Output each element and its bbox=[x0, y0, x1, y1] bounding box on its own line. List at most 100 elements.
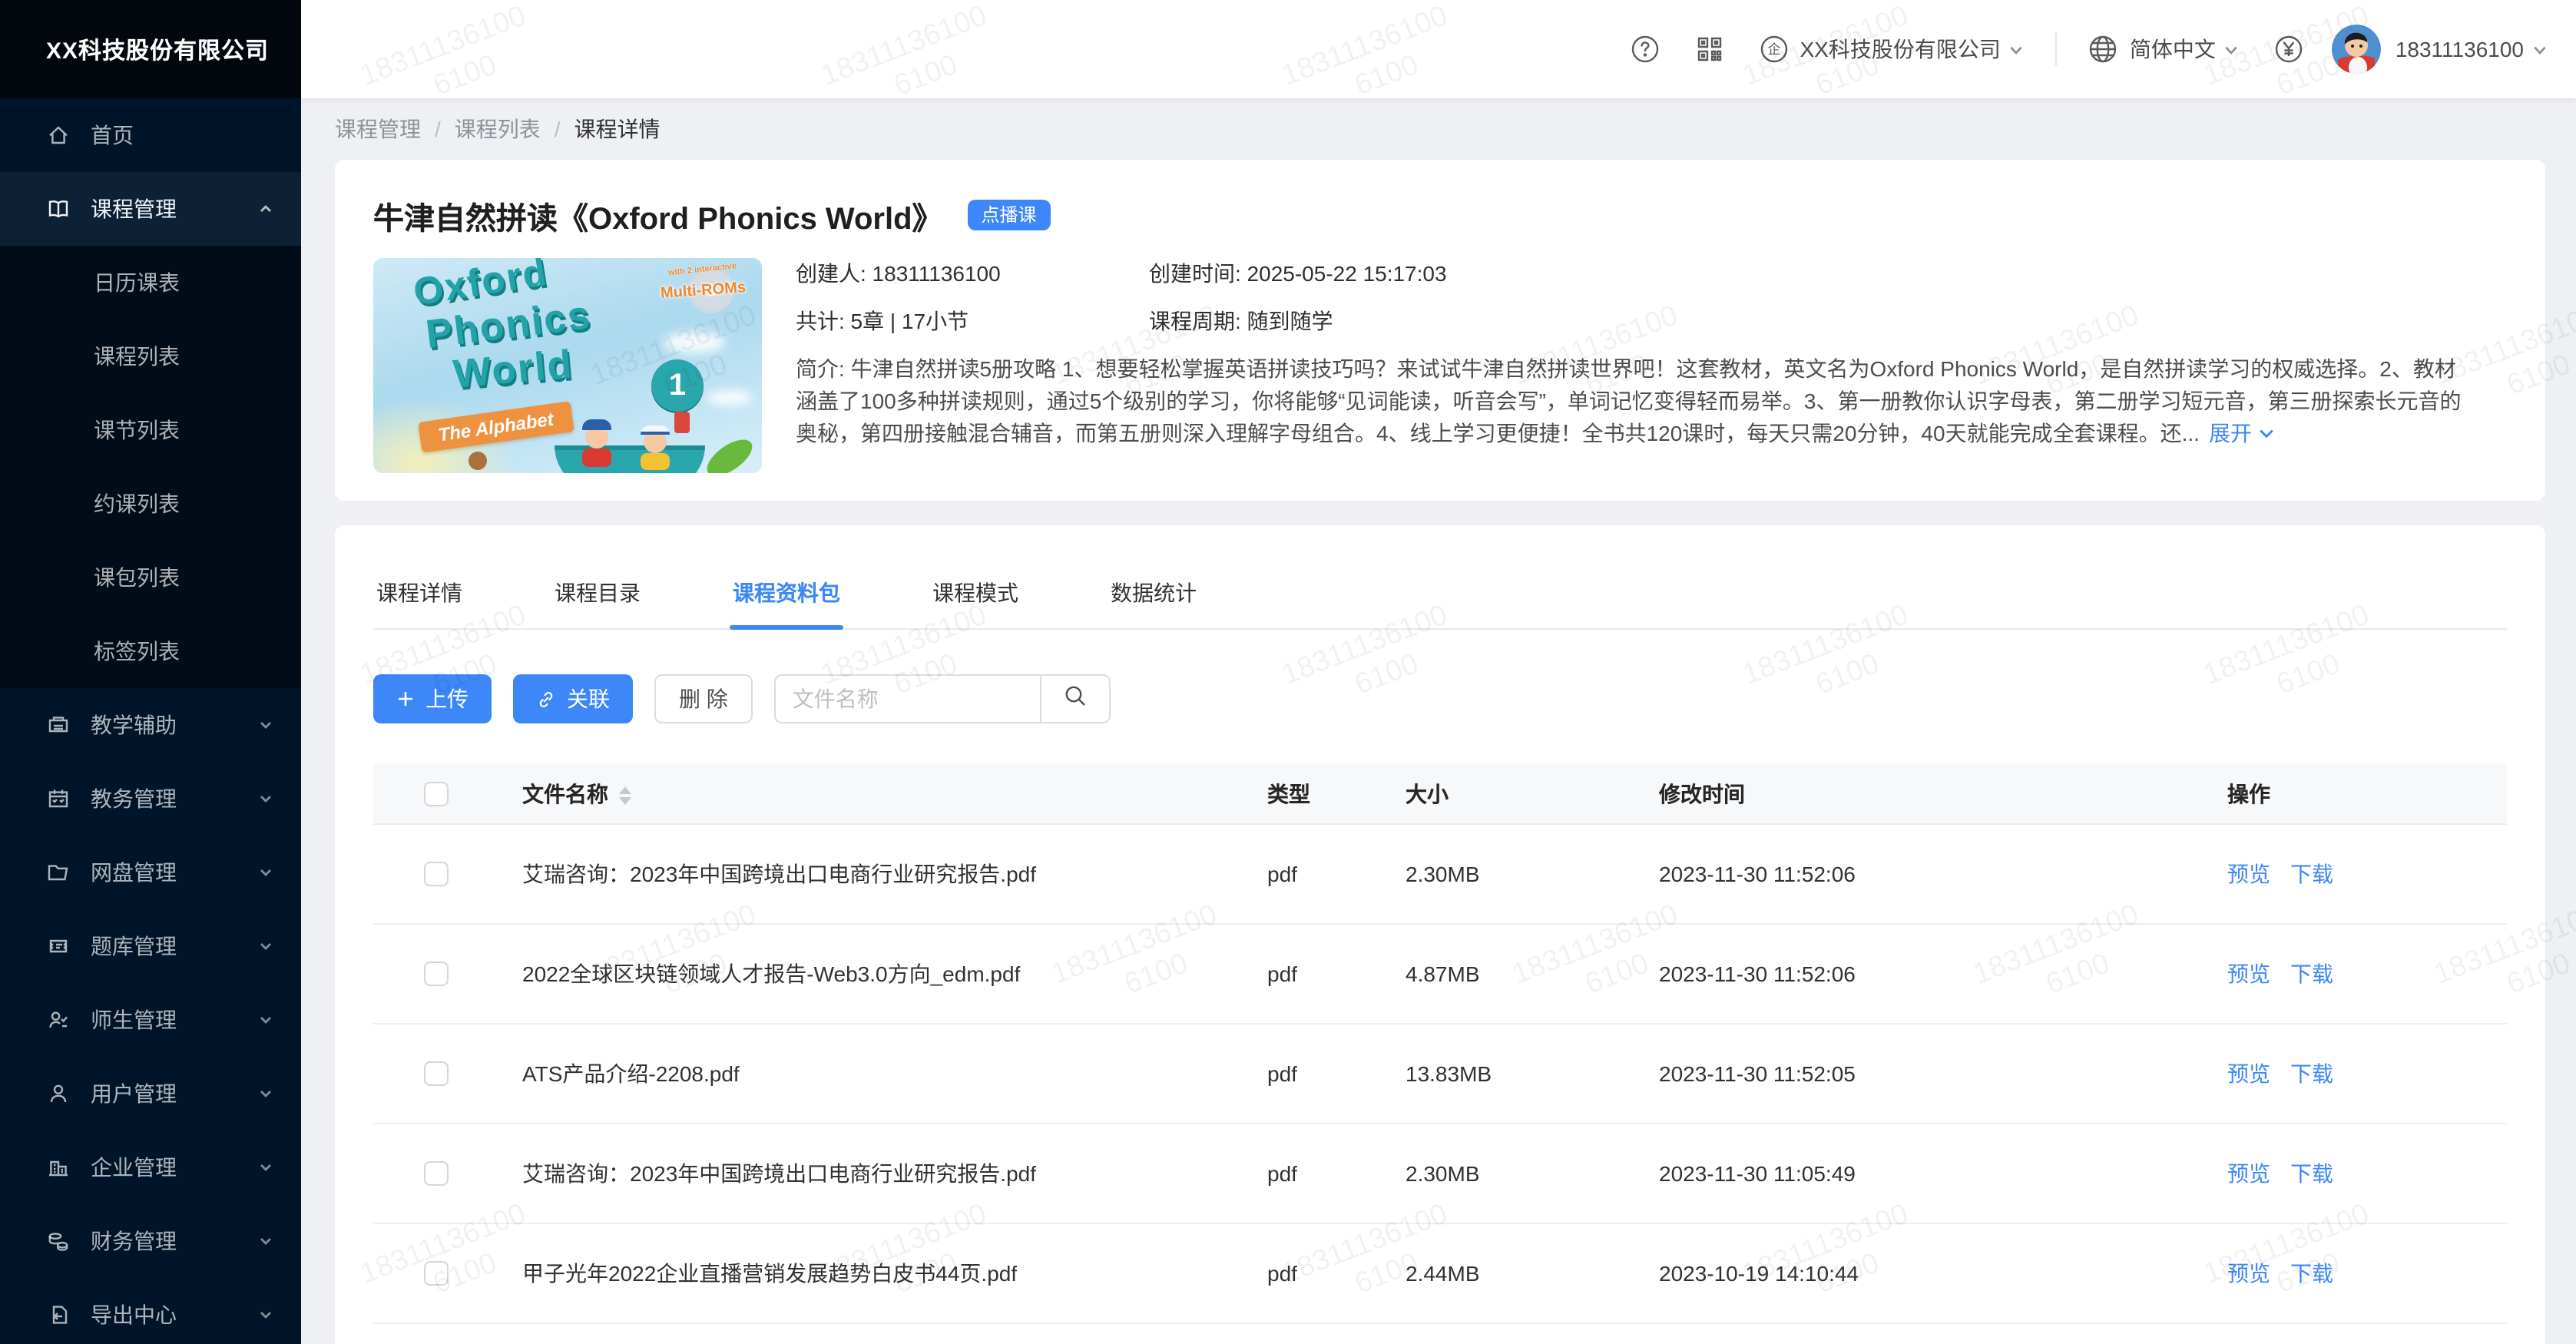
table-row: 艾瑞咨询：2023年中国跨境出口电商行业研究报告.pdf pdf 2.30MB … bbox=[373, 1124, 2507, 1224]
preview-link[interactable]: 预览 bbox=[2227, 1158, 2270, 1189]
calendar-icon bbox=[46, 786, 71, 811]
chevron-down-icon bbox=[2531, 41, 2548, 58]
cover-boat-graphic bbox=[555, 445, 705, 473]
app: XX科技股份有限公司 首页 课程管理 日历课表 课程列表 课节列表 约课列表 课… bbox=[0, 0, 2576, 1344]
associate-button[interactable]: 关联 bbox=[513, 674, 633, 723]
materials-toolbar: 上传 关联 删 除 bbox=[373, 674, 2507, 723]
search-icon bbox=[1063, 683, 1088, 715]
preview-link[interactable]: 预览 bbox=[2227, 1058, 2270, 1089]
breadcrumb-course-list[interactable]: 课程列表 bbox=[455, 114, 541, 144]
sidebar-item-teacher-student[interactable]: 师生管理 bbox=[0, 983, 301, 1057]
user-icon bbox=[46, 1081, 71, 1106]
language-label: 简体中文 bbox=[2130, 34, 2216, 65]
language-switcher[interactable]: 简体中文 bbox=[2088, 34, 2240, 65]
course-summary-card: 牛津自然拼读《Oxford Phonics World》 点播课 Oxford … bbox=[335, 160, 2545, 501]
file-name: 2022全球区块链领域人才报告-Web3.0方向_edm.pdf bbox=[522, 958, 1267, 989]
sidebar-item-teaching-aid[interactable]: 教学辅助 bbox=[0, 688, 301, 762]
row-checkbox[interactable] bbox=[424, 1261, 449, 1286]
table-row: 艾瑞咨询：2023年中国跨境出口电商行业研究报告.pdf pdf 2.30MB … bbox=[373, 825, 2507, 925]
download-link[interactable]: 下载 bbox=[2290, 1058, 2333, 1089]
chevron-down-icon bbox=[258, 1160, 273, 1175]
table-header: 文件名称 类型 大小 修改时间 操作 bbox=[373, 763, 2507, 825]
materials-table: 文件名称 类型 大小 修改时间 操作 艾瑞咨询：2023年中国跨境出口电商行业研… bbox=[373, 763, 2507, 1324]
sort-toggle[interactable] bbox=[619, 786, 631, 805]
file-search-input[interactable] bbox=[774, 674, 1040, 723]
chevron-up-icon bbox=[258, 201, 273, 217]
company-logo: XX科技股份有限公司 bbox=[0, 0, 301, 98]
course-created-time: 创建时间: 2025-05-22 15:17:03 bbox=[1149, 258, 1447, 289]
file-name: ATS产品介绍-2208.pdf bbox=[522, 1058, 1267, 1089]
breadcrumb-course-detail: 课程详情 bbox=[574, 114, 661, 144]
sidebar-subitem-tag-list[interactable]: 标签列表 bbox=[0, 614, 301, 688]
file-name: 艾瑞咨询：2023年中国跨境出口电商行业研究报告.pdf bbox=[522, 1158, 1267, 1189]
user-check-icon bbox=[46, 1008, 71, 1032]
breadcrumb-course-mgmt[interactable]: 课程管理 bbox=[335, 114, 421, 144]
table-row: 甲子光年2022企业直播营销发展趋势白皮书44页.pdf pdf 2.44MB … bbox=[373, 1224, 2507, 1324]
preview-link[interactable]: 预览 bbox=[2227, 958, 2270, 989]
download-link[interactable]: 下载 bbox=[2290, 1258, 2333, 1289]
file-name: 艾瑞咨询：2023年中国跨境出口电商行业研究报告.pdf bbox=[522, 859, 1267, 889]
chevron-down-icon bbox=[258, 791, 273, 806]
help-icon[interactable] bbox=[1629, 34, 1660, 65]
course-description: 简介: 牛津自然拼读5册攻略 1、想要轻松掌握英语拼读技巧吗？来试试牛津自然拼读… bbox=[796, 353, 2467, 450]
course-total: 共计: 5章 | 17小节 bbox=[796, 306, 1149, 336]
course-type-badge: 点播课 bbox=[968, 200, 1051, 230]
sidebar-subitem-calendar-schedule[interactable]: 日历课表 bbox=[0, 246, 301, 319]
username: 18311136100 bbox=[2396, 37, 2524, 61]
course-detail-card: 课程详情 课程目录 课程资料包 课程模式 数据统计 上传 关联 删 除 bbox=[335, 525, 2545, 1344]
currency-icon[interactable] bbox=[2274, 34, 2305, 65]
sidebar-item-export-center[interactable]: 导出中心 bbox=[0, 1278, 301, 1344]
tab-course-catalog[interactable]: 课程目录 bbox=[551, 562, 644, 628]
sidebar-item-finance-mgmt[interactable]: 财务管理 bbox=[0, 1204, 301, 1278]
select-all-checkbox[interactable] bbox=[424, 781, 449, 806]
tenant-switcher[interactable]: 企 XX科技股份有限公司 bbox=[1758, 34, 2025, 65]
avatar bbox=[2333, 25, 2382, 74]
sidebar-item-label: 首页 bbox=[91, 120, 134, 151]
folder-icon bbox=[46, 860, 71, 885]
sidebar-item-course-mgmt[interactable]: 课程管理 bbox=[0, 172, 301, 246]
preview-link[interactable]: 预览 bbox=[2227, 859, 2270, 889]
qrcode-icon[interactable] bbox=[1694, 34, 1724, 65]
book-icon bbox=[46, 197, 71, 221]
chevron-down-icon bbox=[258, 1086, 273, 1101]
building-icon bbox=[46, 1155, 71, 1180]
delete-button[interactable]: 删 除 bbox=[654, 674, 753, 723]
row-checkbox[interactable] bbox=[424, 1061, 449, 1086]
row-checkbox[interactable] bbox=[424, 1161, 449, 1186]
sidebar-item-home[interactable]: 首页 bbox=[0, 98, 301, 172]
projector-icon bbox=[46, 713, 71, 737]
sidebar-item-user-mgmt[interactable]: 用户管理 bbox=[0, 1057, 301, 1130]
header-divider bbox=[2056, 32, 2058, 66]
plus-icon bbox=[396, 690, 415, 708]
sidebar-subitem-course-list[interactable]: 课程列表 bbox=[0, 319, 301, 393]
course-cover-image: Oxford Phonics World with 2 interactive … bbox=[373, 258, 762, 473]
coins-icon bbox=[46, 1229, 71, 1253]
sidebar-item-enterprise-mgmt[interactable]: 企业管理 bbox=[0, 1130, 301, 1204]
sidebar-item-netdisk-mgmt[interactable]: 网盘管理 bbox=[0, 836, 301, 909]
sidebar-subitem-package-list[interactable]: 课包列表 bbox=[0, 541, 301, 614]
sidebar-item-question-bank[interactable]: 题库管理 bbox=[0, 909, 301, 983]
course-cycle: 课程周期: 随到随学 bbox=[1149, 306, 1333, 336]
sidebar-item-academic-mgmt[interactable]: 教务管理 bbox=[0, 762, 301, 836]
svg-text:企: 企 bbox=[1767, 42, 1780, 57]
sidebar-subitem-lesson-list[interactable]: 课节列表 bbox=[0, 393, 301, 467]
sidebar-subitem-booking-list[interactable]: 约课列表 bbox=[0, 467, 301, 541]
sidebar-item-label: 课程管理 bbox=[91, 194, 177, 224]
search-button[interactable] bbox=[1040, 674, 1111, 723]
row-checkbox[interactable] bbox=[424, 862, 449, 886]
tab-course-detail[interactable]: 课程详情 bbox=[373, 562, 465, 628]
download-link[interactable]: 下载 bbox=[2290, 958, 2333, 989]
table-row: 2022全球区块链领域人才报告-Web3.0方向_edm.pdf pdf 4.8… bbox=[373, 925, 2507, 1025]
preview-link[interactable]: 预览 bbox=[2227, 1258, 2270, 1289]
download-link[interactable]: 下载 bbox=[2290, 1158, 2333, 1189]
upload-button[interactable]: 上传 bbox=[373, 674, 492, 723]
tab-course-materials[interactable]: 课程资料包 bbox=[730, 562, 843, 628]
cover-level-number: 1 bbox=[651, 359, 704, 412]
download-link[interactable]: 下载 bbox=[2290, 859, 2333, 889]
row-checkbox[interactable] bbox=[424, 962, 449, 986]
tab-data-statistics[interactable]: 数据统计 bbox=[1108, 562, 1200, 628]
expand-description-link[interactable]: 展开 bbox=[2209, 421, 2275, 445]
tab-course-mode[interactable]: 课程模式 bbox=[929, 562, 1021, 628]
top-header: 企 XX科技股份有限公司 简体中文 18311136100 bbox=[301, 0, 2576, 98]
user-menu[interactable]: 18311136100 bbox=[2333, 25, 2548, 74]
